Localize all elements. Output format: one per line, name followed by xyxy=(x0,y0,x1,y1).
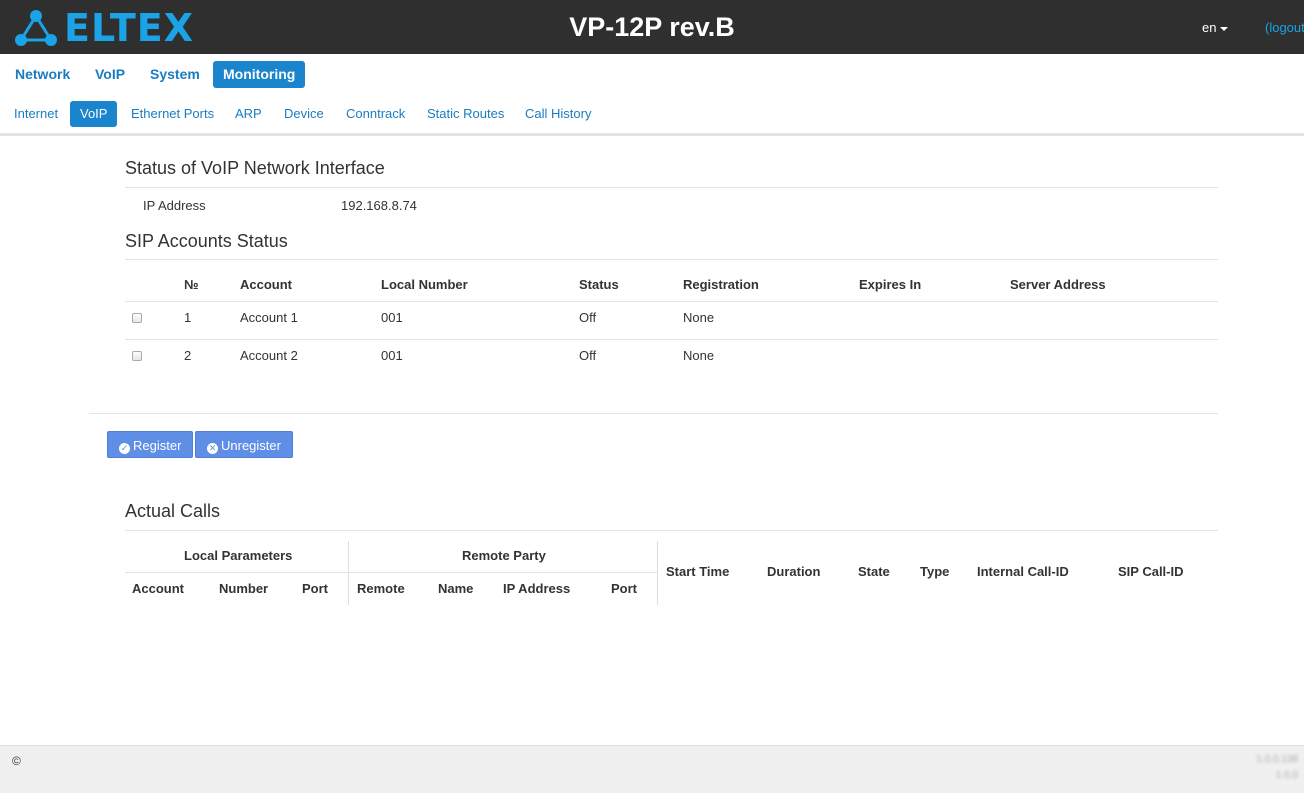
register-button[interactable]: ✓ Register xyxy=(107,431,194,458)
col-header-local-number: Local Number xyxy=(381,277,468,292)
firmware-version: 1.0.0.138 xyxy=(1256,754,1298,765)
group-header-local: Local Parameters xyxy=(184,548,293,563)
col-header-registration: Registration xyxy=(683,277,759,292)
row-number: 2 xyxy=(184,348,192,363)
table-header-divider xyxy=(125,301,1218,302)
sub-nav-ethernet-ports[interactable]: Ethernet Ports xyxy=(121,101,224,127)
footer: © 1.0.0.138 1.0.0 xyxy=(0,745,1304,793)
language-label: en xyxy=(1202,20,1217,35)
sub-nav: Internet VoIP Ethernet Ports ARP Device … xyxy=(0,94,1304,136)
build-version: 1.0.0 xyxy=(1275,770,1298,781)
x-circle-icon: ✕ xyxy=(207,443,218,454)
ip-address-value: 192.168.8.74 xyxy=(341,198,417,213)
logout-link[interactable]: (logout) xyxy=(1265,20,1304,35)
divider xyxy=(89,413,1218,414)
col-header-expires-in: Expires In xyxy=(859,277,922,292)
row-account: Account 2 xyxy=(240,348,298,363)
row-divider xyxy=(125,339,1218,340)
col-header-internal-call-id: Internal Call-ID xyxy=(977,564,1069,579)
row-checkbox[interactable] xyxy=(132,351,142,361)
row-status: Off xyxy=(579,348,597,363)
row-account: Account 1 xyxy=(240,310,298,325)
unregister-button[interactable]: ✕ Unregister xyxy=(195,431,293,458)
divider xyxy=(125,530,1218,531)
sub-nav-conntrack[interactable]: Conntrack xyxy=(336,101,415,127)
divider xyxy=(125,259,1218,260)
col-header-sip-call-id: SIP Call-ID xyxy=(1118,564,1184,579)
sub-nav-device[interactable]: Device xyxy=(274,101,334,127)
sip-accounts-title: SIP Accounts Status xyxy=(125,231,288,251)
top-header: ELTEX VP-12P rev.B en (logout) xyxy=(0,0,1304,54)
main-nav-voip[interactable]: VoIP xyxy=(85,61,135,88)
device-title: VP-12P rev.B xyxy=(569,12,735,42)
col-header-port: Port xyxy=(302,581,328,596)
row-number: 1 xyxy=(184,310,192,325)
main-nav-network[interactable]: Network xyxy=(5,61,80,88)
col-header-account: Account xyxy=(240,277,292,292)
register-label: Register xyxy=(133,438,182,453)
copyright: © xyxy=(12,754,21,768)
row-registration: None xyxy=(683,348,715,363)
col-header-name: Name xyxy=(438,581,474,596)
sub-nav-call-history[interactable]: Call History xyxy=(515,101,601,127)
main-nav: Network VoIP System Monitoring xyxy=(0,54,1304,94)
row-status: Off xyxy=(579,310,597,325)
col-header-number: Number xyxy=(219,581,269,596)
language-dropdown[interactable]: en xyxy=(1202,20,1229,35)
col-header-ip-address: IP Address xyxy=(503,581,571,596)
row-local-number: 001 xyxy=(381,310,403,325)
col-header-server-address: Server Address xyxy=(1010,277,1106,292)
group-divider xyxy=(125,572,657,573)
col-header-account: Account xyxy=(132,581,184,596)
main-nav-monitoring[interactable]: Monitoring xyxy=(213,61,306,88)
row-checkbox[interactable] xyxy=(132,313,142,323)
sub-nav-arp[interactable]: ARP xyxy=(225,101,272,127)
ip-address-label: IP Address xyxy=(143,198,206,213)
check-circle-icon: ✓ xyxy=(119,443,130,454)
row-local-number: 001 xyxy=(381,348,403,363)
group-header-remote: Remote Party xyxy=(462,548,546,563)
unregister-label: Unregister xyxy=(221,438,281,453)
col-header-status: Status xyxy=(579,277,619,292)
col-header-remote: Remote xyxy=(357,581,405,596)
row-registration: None xyxy=(683,310,715,325)
sub-nav-static-routes[interactable]: Static Routes xyxy=(417,101,514,127)
col-header-start-time: Start Time xyxy=(666,564,730,579)
sub-nav-voip[interactable]: VoIP xyxy=(70,101,118,127)
col-header-remote-port: Port xyxy=(611,581,637,596)
column-divider xyxy=(657,541,658,605)
caret-down-icon xyxy=(1220,26,1229,31)
voip-interface-title: Status of VoIP Network Interface xyxy=(125,158,385,178)
main-nav-system[interactable]: System xyxy=(140,61,210,88)
col-header-duration: Duration xyxy=(767,564,821,579)
col-header-state: State xyxy=(858,564,890,579)
column-divider xyxy=(348,541,349,605)
actual-calls-title: Actual Calls xyxy=(125,501,221,521)
sub-nav-internet[interactable]: Internet xyxy=(4,101,68,127)
col-header-type: Type xyxy=(920,564,950,579)
col-header-number: № xyxy=(184,277,199,292)
divider xyxy=(125,187,1218,188)
